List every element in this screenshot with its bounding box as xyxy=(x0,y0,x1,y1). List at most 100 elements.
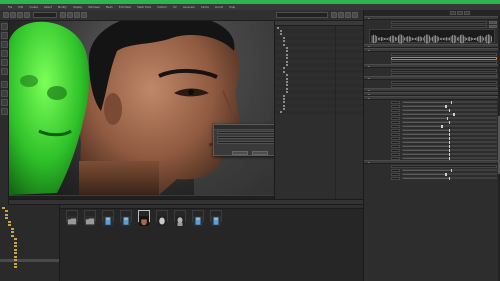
value-slider[interactable] xyxy=(402,120,497,125)
dialog-cancel-button[interactable] xyxy=(252,151,268,155)
3d-viewport[interactable] xyxy=(9,21,274,195)
attribute-field[interactable] xyxy=(391,80,497,84)
dialog-ok-button[interactable] xyxy=(232,151,248,155)
menu-item[interactable]: Generate xyxy=(183,6,195,9)
value-slider[interactable] xyxy=(402,152,497,157)
value-field[interactable] xyxy=(391,128,400,132)
value-field[interactable] xyxy=(391,100,400,104)
value-slider[interactable] xyxy=(402,156,497,161)
value-slider[interactable] xyxy=(402,104,497,109)
menu-item[interactable]: Create xyxy=(29,6,38,9)
value-field[interactable] xyxy=(391,148,400,152)
value-field[interactable] xyxy=(391,140,400,144)
asset-thumbnail[interactable] xyxy=(173,210,187,227)
dialog-field[interactable] xyxy=(217,140,274,145)
panel-tab[interactable] xyxy=(457,11,463,15)
value-field[interactable] xyxy=(391,168,400,172)
folder-tree-item[interactable] xyxy=(0,266,59,270)
value-field[interactable] xyxy=(391,104,400,108)
attribute-field[interactable] xyxy=(391,20,487,24)
menu-item[interactable]: Cache xyxy=(201,6,209,9)
value-field[interactable] xyxy=(391,172,400,176)
value-slider[interactable] xyxy=(402,144,497,149)
toolbar-button[interactable] xyxy=(331,12,337,18)
value-slider[interactable] xyxy=(402,136,497,141)
menu-item[interactable]: Help xyxy=(229,6,235,9)
toolbar-field[interactable] xyxy=(33,12,57,18)
toolbar-button[interactable] xyxy=(67,12,73,18)
asset-thumbnail[interactable] xyxy=(65,210,79,227)
asset-thumbnail[interactable] xyxy=(119,210,133,227)
panel-tab[interactable] xyxy=(464,11,470,15)
menu-item[interactable]: Edit xyxy=(18,6,23,9)
dialog-field[interactable] xyxy=(217,135,274,140)
layout-icon[interactable] xyxy=(1,81,8,88)
scale-tool-icon[interactable] xyxy=(1,68,8,75)
value-field[interactable] xyxy=(391,136,400,140)
value-slider[interactable] xyxy=(402,168,497,173)
search-field[interactable] xyxy=(276,12,328,18)
rotate-tool-icon[interactable] xyxy=(1,59,8,66)
asset-thumbnail[interactable] xyxy=(83,210,97,227)
layout-icon[interactable] xyxy=(1,90,8,97)
asset-thumbnail[interactable] xyxy=(137,210,151,227)
toolbar-button[interactable] xyxy=(345,12,351,18)
attribute-field[interactable] xyxy=(391,72,497,76)
value-field[interactable] xyxy=(391,156,400,160)
toolbar-button[interactable] xyxy=(3,12,9,18)
layout-icon[interactable] xyxy=(1,99,8,106)
value-field[interactable] xyxy=(391,176,400,180)
menu-item[interactable]: Select xyxy=(44,6,52,9)
value-slider[interactable] xyxy=(402,148,497,153)
asset-thumbnail[interactable] xyxy=(191,210,205,227)
value-field[interactable] xyxy=(391,124,400,128)
layout-icon[interactable] xyxy=(1,108,8,115)
attribute-field[interactable] xyxy=(391,68,497,72)
attribute-field[interactable] xyxy=(391,60,497,64)
value-slider[interactable] xyxy=(402,176,497,181)
attribute-field[interactable] xyxy=(391,52,497,56)
value-slider[interactable] xyxy=(402,100,497,105)
select-tool-icon[interactable] xyxy=(1,23,8,30)
toolbar-button[interactable] xyxy=(24,12,30,18)
audio-waveform[interactable] xyxy=(369,29,495,44)
toolbar-button[interactable] xyxy=(74,12,80,18)
attribute-field[interactable] xyxy=(391,24,487,28)
value-slider[interactable] xyxy=(402,132,497,137)
move-tool-icon[interactable] xyxy=(1,50,8,57)
menu-item[interactable]: Arnold xyxy=(215,6,223,9)
menu-item[interactable]: Display xyxy=(73,6,83,9)
value-field[interactable] xyxy=(391,144,400,148)
slider-knob[interactable] xyxy=(448,177,451,181)
browse-button[interactable] xyxy=(489,20,497,24)
value-field[interactable] xyxy=(391,152,400,156)
menu-item[interactable]: Mesh xyxy=(106,6,113,9)
asset-thumbnail[interactable] xyxy=(101,210,115,227)
menu-item[interactable]: UV xyxy=(173,6,177,9)
value-field[interactable] xyxy=(391,120,400,124)
value-slider[interactable] xyxy=(402,172,497,177)
toolbar-button[interactable] xyxy=(60,12,66,18)
toolbar-button[interactable] xyxy=(338,12,344,18)
value-field[interactable] xyxy=(391,132,400,136)
toolbar-button[interactable] xyxy=(81,12,87,18)
toolbar-button[interactable] xyxy=(352,12,358,18)
value-field[interactable] xyxy=(391,108,400,112)
asset-thumbnail[interactable] xyxy=(155,210,169,227)
menu-item[interactable]: Windows xyxy=(88,6,100,9)
panel-tab[interactable] xyxy=(450,11,456,15)
value-slider[interactable] xyxy=(402,124,497,129)
toolbar-button[interactable] xyxy=(10,12,16,18)
value-slider[interactable] xyxy=(402,128,497,133)
asset-thumbnail[interactable] xyxy=(209,210,223,227)
value-field[interactable] xyxy=(391,112,400,116)
menu-item[interactable]: Modify xyxy=(58,6,67,9)
lasso-tool-icon[interactable] xyxy=(1,32,8,39)
dialog-field[interactable] xyxy=(217,130,274,135)
menu-item[interactable]: Deform xyxy=(157,6,167,9)
attribute-field[interactable] xyxy=(391,84,497,88)
value-slider[interactable] xyxy=(402,116,497,121)
value-field[interactable] xyxy=(391,116,400,120)
toolbar-button[interactable] xyxy=(17,12,23,18)
value-slider[interactable] xyxy=(402,140,497,145)
